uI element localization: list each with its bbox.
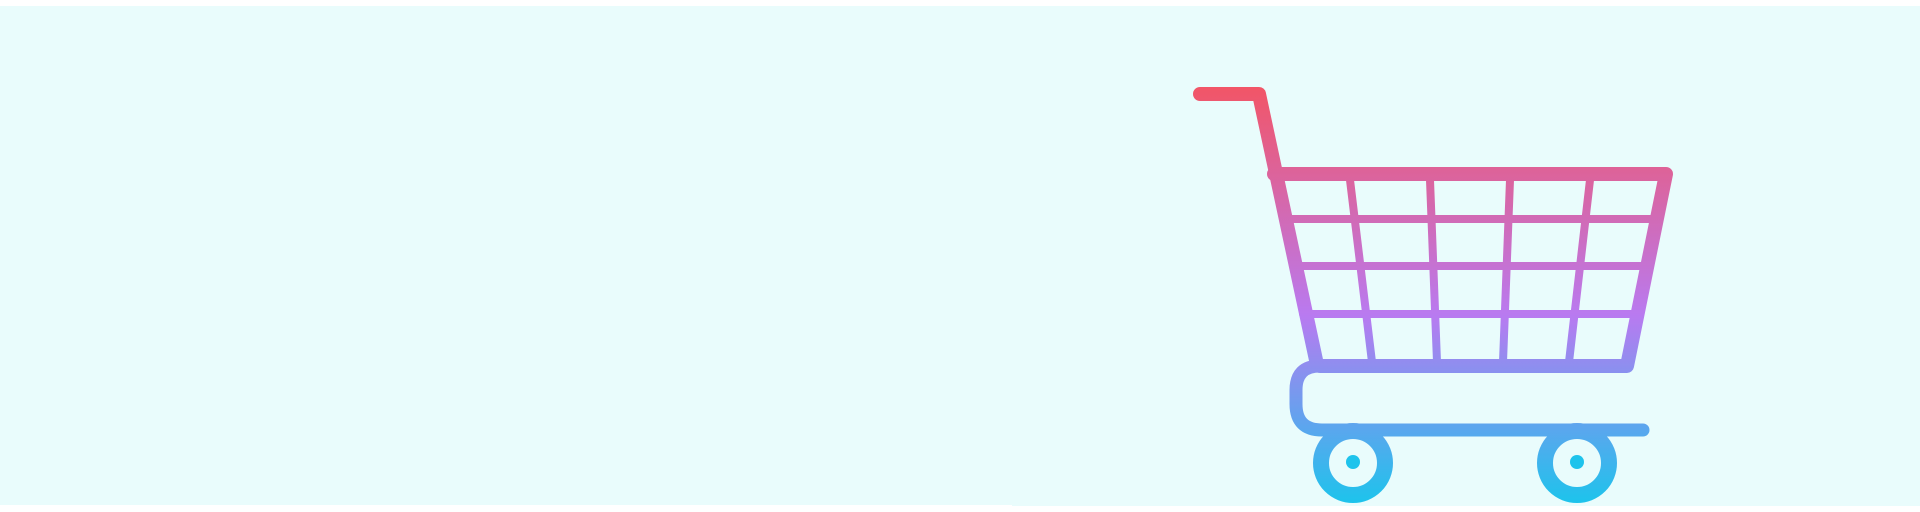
left-wheel-hub — [1346, 455, 1360, 469]
cart-frame — [1289, 359, 1650, 437]
right-wheel-hub — [1570, 455, 1584, 469]
cart-handle — [1193, 87, 1323, 367]
basket-grid-columns — [1346, 176, 1594, 366]
shopping-cart-icon — [1193, 87, 1673, 503]
bottom-strip — [0, 505, 1012, 512]
basket-grid-rows — [1279, 215, 1660, 318]
